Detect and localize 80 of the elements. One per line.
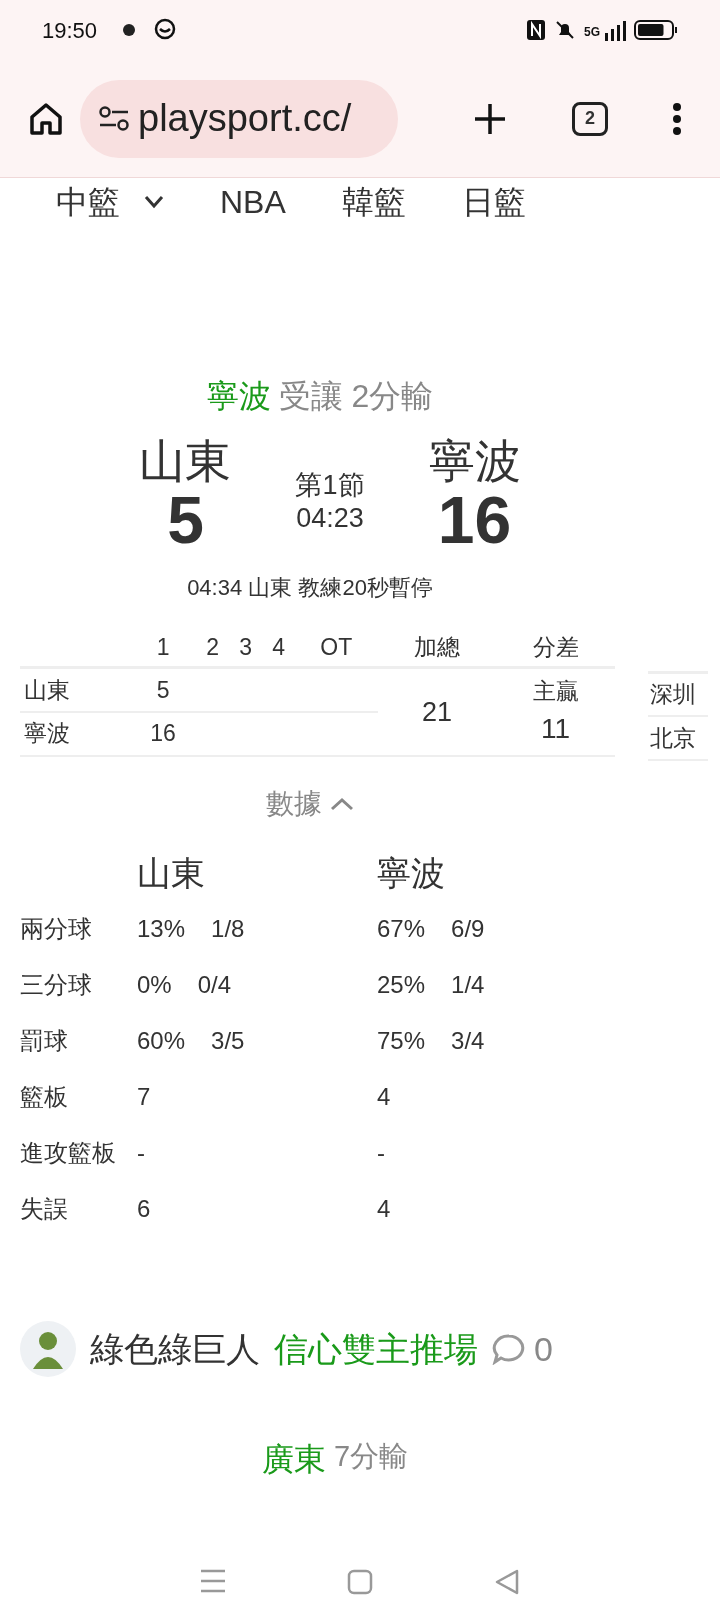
stat-value: 13% <box>137 914 186 945</box>
stat-value: 1/8 <box>211 914 245 945</box>
user-name[interactable]: 綠色綠巨人 <box>90 1323 260 1375</box>
handicap-text: 7分輸 <box>333 1439 409 1475</box>
chevron-down-icon <box>144 195 164 209</box>
team-name: 山東 <box>139 436 232 487</box>
stat-label: 進攻籃板 <box>20 1138 117 1169</box>
last-event: 04:34 山東 教練20秒暫停 <box>187 573 433 602</box>
team-name: 廣東 <box>261 1440 326 1480</box>
pick-link[interactable]: 信心雙主推場 <box>274 1323 478 1375</box>
avatar <box>20 1321 76 1378</box>
network-label: 5G <box>584 24 600 41</box>
stats-toggle[interactable]: 數據 <box>266 783 354 826</box>
diff-label: 主贏 <box>532 676 579 706</box>
stat-value: 6/9 <box>451 914 485 945</box>
column-header: 加總 <box>377 627 497 668</box>
stat-value: 3/4 <box>451 1026 485 1057</box>
battery-icon <box>634 19 678 41</box>
total-cell: 21 <box>377 667 497 756</box>
period-label: 第1節 <box>295 468 365 502</box>
more-menu-icon[interactable] <box>672 101 682 136</box>
column-header: 分差 <box>496 627 615 668</box>
column-header: 2 <box>196 627 230 668</box>
stat-value: - <box>137 1138 145 1169</box>
column-header: 1 <box>130 627 197 668</box>
team-cell: 寧波 <box>20 711 130 756</box>
stat-value: 25% <box>377 970 426 1001</box>
home-icon[interactable] <box>28 100 64 137</box>
league-tab[interactable]: NBA <box>220 186 286 218</box>
signal-icon <box>604 19 626 41</box>
stat-value: 0/4 <box>197 970 232 1001</box>
stat-value: 3/5 <box>211 1026 245 1057</box>
score-cell: 16 <box>130 711 197 756</box>
diff-value: 11 <box>541 712 571 747</box>
menu-icon[interactable] <box>200 1569 227 1594</box>
bell-muted-icon <box>554 19 576 41</box>
stat-value: 75% <box>377 1026 426 1057</box>
stat-label: 失誤 <box>20 1194 69 1225</box>
stat-value: 4 <box>377 1082 391 1113</box>
stat-value: 60% <box>137 1026 186 1057</box>
column-header: OT <box>295 627 378 668</box>
team-score: 5 <box>167 486 204 553</box>
nfc-icon <box>526 19 546 41</box>
stat-label: 籃板 <box>20 1082 69 1113</box>
notification-dot-icon <box>121 22 138 38</box>
comment-icon <box>492 1333 526 1366</box>
tab-count-button[interactable]: 2 <box>572 101 608 136</box>
clock: 19:50 <box>42 16 98 45</box>
stat-value: 4 <box>377 1194 391 1225</box>
chat-icon <box>153 18 178 42</box>
stat-label: 兩分球 <box>20 914 93 945</box>
league-tab[interactable]: 日籃 <box>461 186 526 218</box>
stat-value: 1/4 <box>451 970 485 1001</box>
league-tab[interactable]: 韓籃 <box>341 186 406 218</box>
stat-value: 67% <box>377 914 426 945</box>
column-header: 3 <box>229 627 263 668</box>
stat-label: 罰球 <box>20 1026 69 1057</box>
stat-value: 0% <box>137 970 172 1001</box>
team-name: 寧波 <box>428 436 521 487</box>
handicap-text: 受讓 2分輸 <box>278 377 434 416</box>
team-cell: 山東 <box>20 667 130 712</box>
site-settings-icon <box>98 104 130 133</box>
address-bar[interactable]: playsport.cc/ <box>80 79 398 158</box>
column-header: 4 <box>262 627 296 668</box>
team-cell: 深圳 <box>648 672 708 717</box>
stat-value: 6 <box>137 1194 151 1225</box>
league-tab[interactable]: 中籃 <box>56 186 164 218</box>
home-button-icon[interactable] <box>347 1569 373 1596</box>
team-name: 寧波 <box>377 852 446 894</box>
score-cell: 5 <box>130 667 197 712</box>
team-score: 16 <box>437 486 512 553</box>
team-name: 山東 <box>137 852 206 894</box>
stat-label: 三分球 <box>20 970 93 1001</box>
team-cell: 北京 <box>648 716 708 761</box>
team-name: 寧波 <box>206 377 271 416</box>
comment-count: 0 <box>534 1328 553 1370</box>
stat-value: - <box>377 1138 385 1169</box>
game-clock: 04:23 <box>296 502 364 536</box>
stat-value: 7 <box>137 1082 151 1113</box>
back-icon[interactable] <box>493 1569 520 1596</box>
